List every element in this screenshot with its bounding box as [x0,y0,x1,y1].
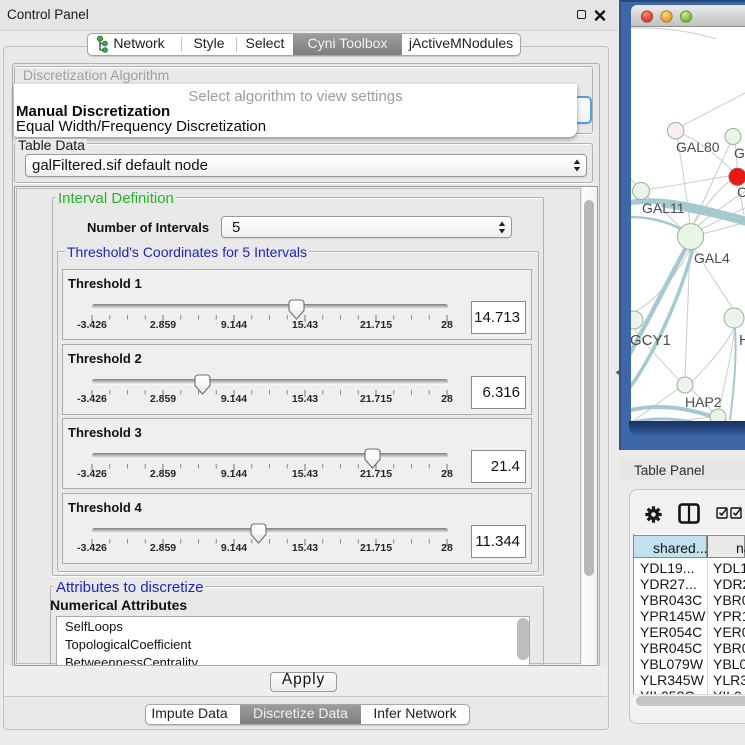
svg-text:GAL4: GAL4 [694,250,730,266]
svg-text:C: C [737,184,745,200]
svg-text:GA: GA [734,145,745,161]
svg-text:GCY1: GCY1 [631,332,671,349]
svg-text:GAL80: GAL80 [676,139,720,155]
svg-text:GAL11: GAL11 [642,200,685,216]
svg-text:H: H [739,332,745,349]
svg-text:HAP2: HAP2 [685,394,722,410]
